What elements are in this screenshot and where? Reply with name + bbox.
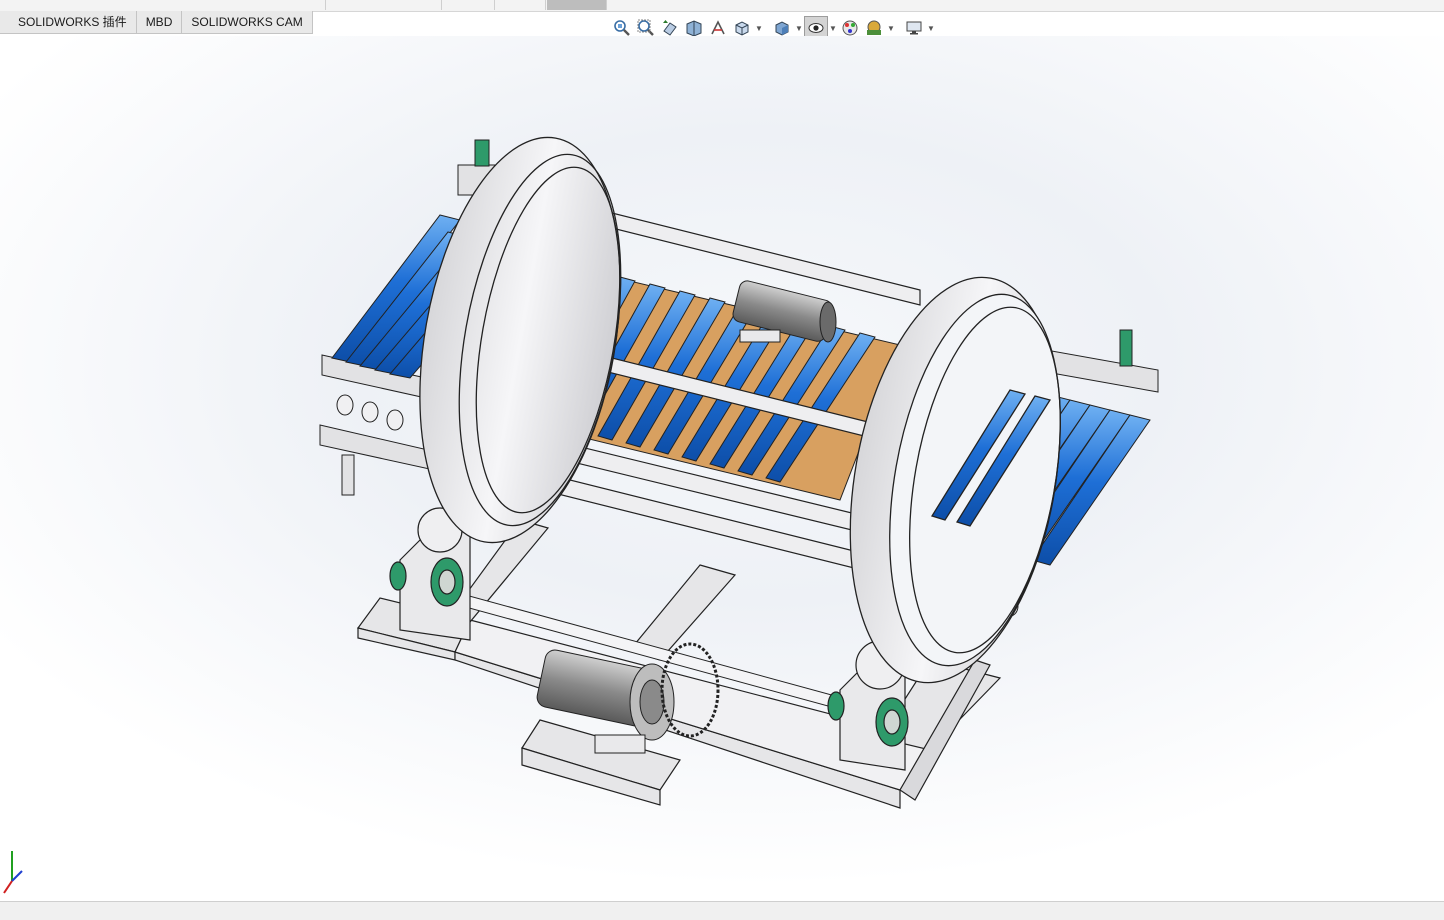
status-bar: [0, 901, 1444, 920]
right-rotating-ring: [849, 276, 1061, 684]
title-strip-segment[interactable]: [495, 0, 546, 10]
title-strip-segment[interactable]: [442, 0, 495, 10]
upper-drive-motor: [732, 280, 837, 343]
title-strip-segment[interactable]: [0, 0, 326, 10]
tab-mbd[interactable]: MBD: [135, 11, 183, 34]
model-render: [319, 136, 1159, 809]
tab-solidworks-addins[interactable]: SOLIDWORKS 插件: [0, 11, 137, 34]
tab-solidworks-cam[interactable]: SOLIDWORKS CAM: [181, 11, 313, 34]
coordinate-triad: [3, 851, 23, 894]
graphics-area[interactable]: [0, 36, 1444, 901]
title-strip-active-segment[interactable]: [547, 0, 607, 10]
command-manager-tabs: SOLIDWORKS 插件 MBD SOLIDWORKS CAM: [0, 11, 313, 34]
title-strip-segment[interactable]: [326, 0, 442, 10]
